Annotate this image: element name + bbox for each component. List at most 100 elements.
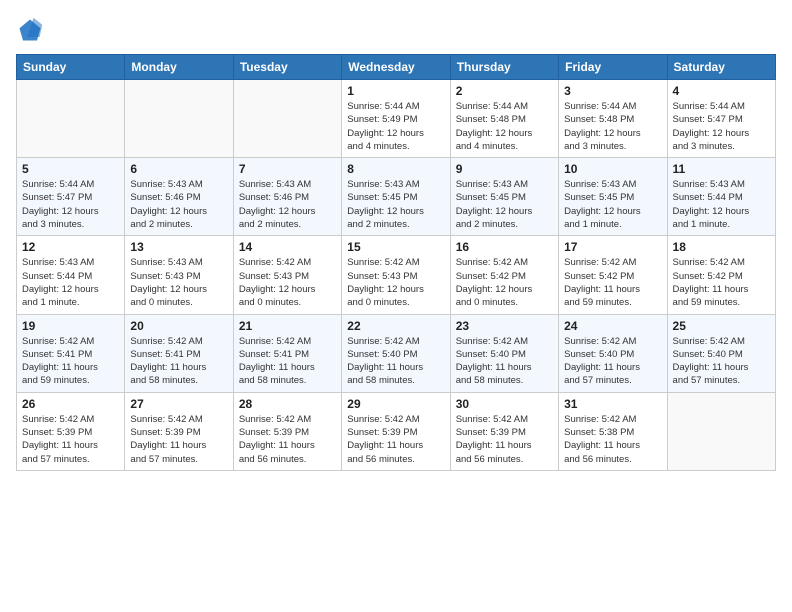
calendar-day-cell: 12 Sunrise: 5:43 AMSunset: 5:44 PMDayligh… bbox=[17, 236, 125, 314]
day-number: 21 bbox=[239, 319, 336, 333]
calendar-day-cell: 25 Sunrise: 5:42 AMSunset: 5:40 PMDayligh… bbox=[667, 314, 775, 392]
day-number: 3 bbox=[564, 84, 661, 98]
calendar-day-cell: 13Sunrise: 5:43 AMSunset: 5:43 PMDayligh… bbox=[125, 236, 233, 314]
day-info: Sunrise: 5:42 AMSunset: 5:41 PMDaylight:… bbox=[130, 335, 227, 388]
day-info: Sunrise: 5:44 AMSunset: 5:48 PMDaylight:… bbox=[564, 100, 661, 153]
calendar-day-cell: 8 Sunrise: 5:43 AMSunset: 5:45 PMDaylight… bbox=[342, 158, 450, 236]
day-info: Sunrise: 5:44 AMSunset: 5:47 PMDaylight:… bbox=[22, 178, 119, 231]
calendar-day-cell: 10 Sunrise: 5:43 AMSunset: 5:45 PMDayligh… bbox=[559, 158, 667, 236]
logo bbox=[16, 16, 48, 44]
calendar-day-cell: 11Sunrise: 5:43 AMSunset: 5:44 PMDayligh… bbox=[667, 158, 775, 236]
day-of-week-header: Friday bbox=[559, 55, 667, 80]
day-info: Sunrise: 5:42 AMSunset: 5:39 PMDaylight:… bbox=[456, 413, 553, 466]
day-number: 2 bbox=[456, 84, 553, 98]
logo-icon bbox=[16, 16, 44, 44]
day-number: 8 bbox=[347, 162, 444, 176]
day-info: Sunrise: 5:42 AMSunset: 5:41 PMDaylight:… bbox=[22, 335, 119, 388]
calendar-day-cell: 9 Sunrise: 5:43 AMSunset: 5:45 PMDaylight… bbox=[450, 158, 558, 236]
day-number: 19 bbox=[22, 319, 119, 333]
calendar-day-cell: 30 Sunrise: 5:42 AMSunset: 5:39 PMDayligh… bbox=[450, 392, 558, 470]
calendar-day-cell: 15Sunrise: 5:42 AMSunset: 5:43 PMDayligh… bbox=[342, 236, 450, 314]
day-info: Sunrise: 5:42 AMSunset: 5:42 PMDaylight:… bbox=[673, 256, 770, 309]
calendar-day-cell: 19 Sunrise: 5:42 AMSunset: 5:41 PMDayligh… bbox=[17, 314, 125, 392]
calendar-day-cell: 7 Sunrise: 5:43 AMSunset: 5:46 PMDaylight… bbox=[233, 158, 341, 236]
calendar-day-cell: 3 Sunrise: 5:44 AMSunset: 5:48 PMDaylight… bbox=[559, 80, 667, 158]
day-of-week-header: Wednesday bbox=[342, 55, 450, 80]
day-info: Sunrise: 5:44 AMSunset: 5:49 PMDaylight:… bbox=[347, 100, 444, 153]
day-number: 22 bbox=[347, 319, 444, 333]
day-of-week-header: Sunday bbox=[17, 55, 125, 80]
day-info: Sunrise: 5:42 AMSunset: 5:40 PMDaylight:… bbox=[456, 335, 553, 388]
calendar-day-cell: 26 Sunrise: 5:42 AMSunset: 5:39 PMDayligh… bbox=[17, 392, 125, 470]
calendar-day-cell bbox=[667, 392, 775, 470]
day-number: 6 bbox=[130, 162, 227, 176]
day-number: 28 bbox=[239, 397, 336, 411]
day-info: Sunrise: 5:42 AMSunset: 5:40 PMDaylight:… bbox=[673, 335, 770, 388]
day-info: Sunrise: 5:43 AMSunset: 5:45 PMDaylight:… bbox=[456, 178, 553, 231]
day-number: 30 bbox=[456, 397, 553, 411]
day-number: 12 bbox=[22, 240, 119, 254]
day-number: 31 bbox=[564, 397, 661, 411]
day-info: Sunrise: 5:43 AMSunset: 5:45 PMDaylight:… bbox=[347, 178, 444, 231]
day-number: 5 bbox=[22, 162, 119, 176]
day-number: 7 bbox=[239, 162, 336, 176]
calendar-day-cell: 17 Sunrise: 5:42 AMSunset: 5:42 PMDayligh… bbox=[559, 236, 667, 314]
calendar-day-cell: 6Sunrise: 5:43 AMSunset: 5:46 PMDaylight… bbox=[125, 158, 233, 236]
day-number: 17 bbox=[564, 240, 661, 254]
day-info: Sunrise: 5:43 AMSunset: 5:46 PMDaylight:… bbox=[239, 178, 336, 231]
day-info: Sunrise: 5:42 AMSunset: 5:39 PMDaylight:… bbox=[347, 413, 444, 466]
calendar-week-row: 26 Sunrise: 5:42 AMSunset: 5:39 PMDayligh… bbox=[17, 392, 776, 470]
day-number: 10 bbox=[564, 162, 661, 176]
day-number: 11 bbox=[673, 162, 770, 176]
day-info: Sunrise: 5:42 AMSunset: 5:39 PMDaylight:… bbox=[239, 413, 336, 466]
calendar-day-cell: 22 Sunrise: 5:42 AMSunset: 5:40 PMDayligh… bbox=[342, 314, 450, 392]
day-number: 23 bbox=[456, 319, 553, 333]
calendar-day-cell: 31 Sunrise: 5:42 AMSunset: 5:38 PMDayligh… bbox=[559, 392, 667, 470]
calendar-week-row: 5 Sunrise: 5:44 AMSunset: 5:47 PMDaylight… bbox=[17, 158, 776, 236]
day-info: Sunrise: 5:42 AMSunset: 5:39 PMDaylight:… bbox=[22, 413, 119, 466]
day-info: Sunrise: 5:42 AMSunset: 5:43 PMDaylight:… bbox=[239, 256, 336, 309]
day-info: Sunrise: 5:44 AMSunset: 5:48 PMDaylight:… bbox=[456, 100, 553, 153]
calendar-day-cell: 20 Sunrise: 5:42 AMSunset: 5:41 PMDayligh… bbox=[125, 314, 233, 392]
calendar-week-row: 12 Sunrise: 5:43 AMSunset: 5:44 PMDayligh… bbox=[17, 236, 776, 314]
calendar-day-cell: 28 Sunrise: 5:42 AMSunset: 5:39 PMDayligh… bbox=[233, 392, 341, 470]
calendar-day-cell: 24Sunrise: 5:42 AMSunset: 5:40 PMDayligh… bbox=[559, 314, 667, 392]
calendar-day-cell bbox=[233, 80, 341, 158]
day-number: 18 bbox=[673, 240, 770, 254]
day-number: 1 bbox=[347, 84, 444, 98]
calendar-day-cell bbox=[125, 80, 233, 158]
day-info: Sunrise: 5:42 AMSunset: 5:41 PMDaylight:… bbox=[239, 335, 336, 388]
day-number: 25 bbox=[673, 319, 770, 333]
calendar-week-row: 19 Sunrise: 5:42 AMSunset: 5:41 PMDayligh… bbox=[17, 314, 776, 392]
calendar-day-cell: 23 Sunrise: 5:42 AMSunset: 5:40 PMDayligh… bbox=[450, 314, 558, 392]
day-number: 9 bbox=[456, 162, 553, 176]
day-number: 20 bbox=[130, 319, 227, 333]
calendar-day-cell: 2 Sunrise: 5:44 AMSunset: 5:48 PMDaylight… bbox=[450, 80, 558, 158]
day-number: 26 bbox=[22, 397, 119, 411]
page-header bbox=[16, 16, 776, 44]
day-number: 29 bbox=[347, 397, 444, 411]
calendar-day-cell bbox=[17, 80, 125, 158]
day-info: Sunrise: 5:42 AMSunset: 5:38 PMDaylight:… bbox=[564, 413, 661, 466]
day-number: 24 bbox=[564, 319, 661, 333]
day-number: 13 bbox=[130, 240, 227, 254]
day-number: 27 bbox=[130, 397, 227, 411]
calendar-day-cell: 21 Sunrise: 5:42 AMSunset: 5:41 PMDayligh… bbox=[233, 314, 341, 392]
day-info: Sunrise: 5:42 AMSunset: 5:42 PMDaylight:… bbox=[456, 256, 553, 309]
calendar-day-cell: 5 Sunrise: 5:44 AMSunset: 5:47 PMDaylight… bbox=[17, 158, 125, 236]
day-of-week-header: Thursday bbox=[450, 55, 558, 80]
day-info: Sunrise: 5:43 AMSunset: 5:44 PMDaylight:… bbox=[22, 256, 119, 309]
calendar-header-row: SundayMondayTuesdayWednesdayThursdayFrid… bbox=[17, 55, 776, 80]
day-info: Sunrise: 5:42 AMSunset: 5:40 PMDaylight:… bbox=[347, 335, 444, 388]
day-info: Sunrise: 5:42 AMSunset: 5:43 PMDaylight:… bbox=[347, 256, 444, 309]
day-of-week-header: Tuesday bbox=[233, 55, 341, 80]
calendar-day-cell: 18 Sunrise: 5:42 AMSunset: 5:42 PMDayligh… bbox=[667, 236, 775, 314]
calendar-day-cell: 29 Sunrise: 5:42 AMSunset: 5:39 PMDayligh… bbox=[342, 392, 450, 470]
calendar-day-cell: 14Sunrise: 5:42 AMSunset: 5:43 PMDayligh… bbox=[233, 236, 341, 314]
calendar-day-cell: 27Sunrise: 5:42 AMSunset: 5:39 PMDayligh… bbox=[125, 392, 233, 470]
day-info: Sunrise: 5:42 AMSunset: 5:42 PMDaylight:… bbox=[564, 256, 661, 309]
day-info: Sunrise: 5:44 AMSunset: 5:47 PMDaylight:… bbox=[673, 100, 770, 153]
day-info: Sunrise: 5:43 AMSunset: 5:45 PMDaylight:… bbox=[564, 178, 661, 231]
calendar-day-cell: 1 Sunrise: 5:44 AMSunset: 5:49 PMDaylight… bbox=[342, 80, 450, 158]
day-of-week-header: Saturday bbox=[667, 55, 775, 80]
